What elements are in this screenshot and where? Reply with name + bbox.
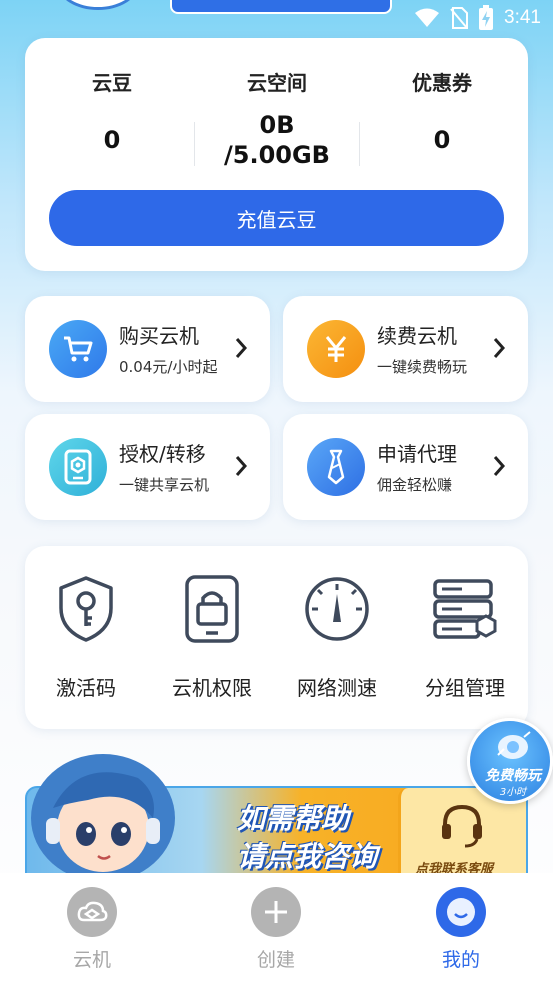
tab-label: 创建 <box>256 949 295 971</box>
headset-icon <box>442 804 482 848</box>
action-subtitle: 一键续费畅玩 <box>377 358 468 376</box>
banner-headline: 如需帮助 请点我咨询 <box>237 800 377 876</box>
promo-title: 免费畅玩 <box>485 768 541 784</box>
no-sim-icon <box>450 7 469 29</box>
asset-summary-card: 云豆 0 云空间 0B /5.00GB 优惠券 0 充值云豆 <box>25 38 528 271</box>
banner-headline-line1: 如需帮助 <box>237 802 350 835</box>
tool-label: 激活码 <box>56 676 116 700</box>
tie-icon <box>307 438 365 496</box>
tools-card: 激活码 云机权限 网络测速 分组管理 <box>25 546 528 729</box>
tool-label: 分组管理 <box>425 676 505 700</box>
yuan-icon <box>307 320 365 378</box>
asset-value-line2: /5.00GB <box>224 141 330 169</box>
action-title: 授权/转移 <box>119 442 206 466</box>
renew-cloud-phone-card[interactable]: 续费云机 一键续费畅玩 <box>283 296 528 402</box>
profile-icon <box>436 887 486 937</box>
tab-label: 云机 <box>72 949 111 971</box>
server-group-icon <box>433 579 497 639</box>
tab-label: 我的 <box>441 949 480 971</box>
asset-label: 云空间 <box>247 71 307 95</box>
chevron-right-icon <box>493 338 506 358</box>
chevron-right-icon <box>493 456 506 476</box>
tab-cloud-phone[interactable]: 云机 <box>32 887 152 972</box>
rocket-icon <box>497 731 531 759</box>
asset-beans[interactable]: 云豆 0 <box>28 68 196 155</box>
cloud-phone-icon <box>67 887 117 937</box>
cart-icon <box>49 320 107 378</box>
top-button[interactable] <box>170 0 392 14</box>
free-play-badge[interactable]: 免费畅玩 3小时 <box>467 718 553 804</box>
share-device-icon <box>49 438 107 496</box>
action-title: 续费云机 <box>377 324 457 348</box>
bottom-tab-bar: 云机 创建 我的 <box>0 873 553 983</box>
asset-label: 云豆 <box>92 71 132 95</box>
tab-create[interactable]: 创建 <box>216 887 336 972</box>
action-subtitle: 0.04元/小时起 <box>119 358 218 376</box>
asset-value: 0 <box>103 126 121 154</box>
tab-mine[interactable]: 我的 <box>401 887 521 972</box>
lock-phone-icon <box>185 575 239 643</box>
action-subtitle: 一键共享云机 <box>119 476 210 494</box>
mascot-illustration <box>31 754 175 878</box>
tool-label: 网络测速 <box>297 676 377 700</box>
recharge-button[interactable]: 充值云豆 <box>49 190 504 246</box>
action-title: 申请代理 <box>377 442 457 466</box>
banner-headline-line2: 请点我咨询 <box>237 840 378 873</box>
status-icons: 3:41 <box>414 4 541 32</box>
asset-label: 优惠券 <box>412 71 472 95</box>
action-subtitle: 佣金轻松赚 <box>377 476 453 494</box>
tool-activation-code[interactable]: 激活码 <box>26 574 146 701</box>
key-shield-icon <box>59 576 113 642</box>
chevron-right-icon <box>235 456 248 476</box>
action-title: 购买云机 <box>119 324 199 348</box>
status-bar: 3:41 <box>0 0 553 36</box>
asset-storage[interactable]: 云空间 0B /5.00GB <box>193 68 361 170</box>
wifi-icon <box>415 8 440 27</box>
asset-coupons[interactable]: 优惠券 0 <box>358 68 526 155</box>
asset-value: 0 <box>433 126 451 154</box>
apply-agent-card[interactable]: 申请代理 佣金轻松赚 <box>283 414 528 520</box>
asset-value-line1: 0B <box>259 111 295 139</box>
tool-group-management[interactable]: 分组管理 <box>405 574 525 701</box>
authorize-transfer-card[interactable]: 授权/转移 一键共享云机 <box>25 414 270 520</box>
tool-cloud-permissions[interactable]: 云机权限 <box>152 574 272 701</box>
tool-label: 云机权限 <box>172 676 252 700</box>
status-time: 3:41 <box>504 7 541 28</box>
speedometer-icon <box>305 577 369 641</box>
promo-subtitle: 3小时 <box>499 787 527 798</box>
plus-icon <box>251 887 301 937</box>
chevron-right-icon <box>235 338 248 358</box>
battery-charging-icon <box>479 5 494 30</box>
tool-network-speed[interactable]: 网络测速 <box>277 574 397 701</box>
avatar[interactable] <box>58 0 138 10</box>
buy-cloud-phone-card[interactable]: 购买云机 0.04元/小时起 <box>25 296 270 402</box>
